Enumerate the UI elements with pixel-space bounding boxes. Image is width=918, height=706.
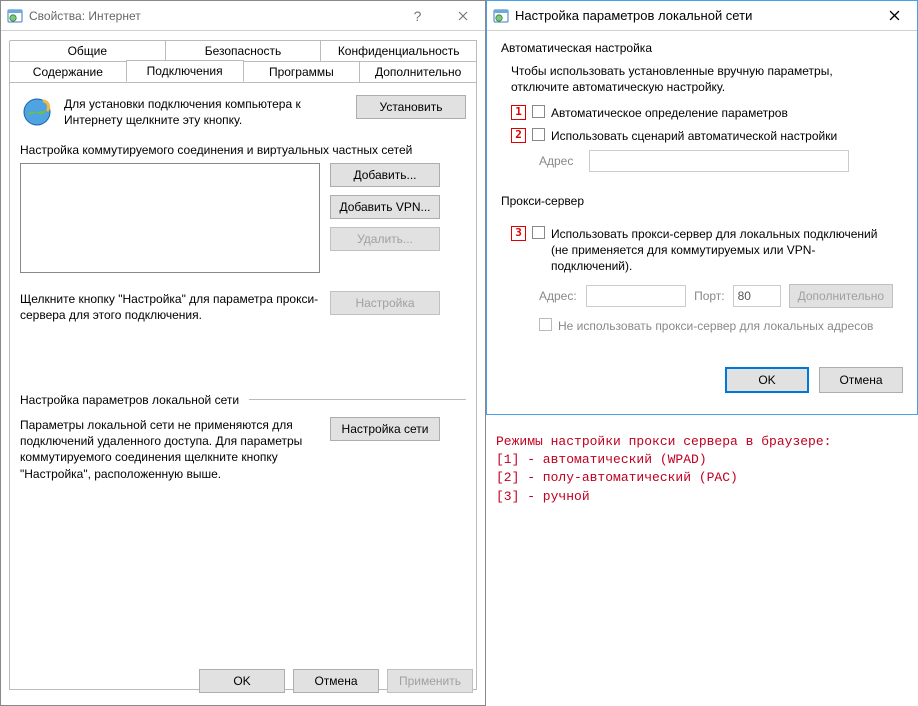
add-button[interactable]: Добавить... — [330, 163, 440, 187]
install-button[interactable]: Установить — [356, 95, 466, 119]
proxy-legend: Прокси-сервер — [501, 194, 590, 208]
auto-config-text: Чтобы использовать установленные вручную… — [511, 63, 893, 95]
proxy-port-input — [733, 285, 781, 307]
close-button[interactable] — [440, 1, 485, 31]
titlebar-left: Свойства: Интернет ? — [1, 1, 485, 31]
window-title: Свойства: Интернет — [29, 9, 395, 23]
titlebar-right: Настройка параметров локальной сети — [487, 1, 917, 31]
internet-properties-window: Свойства: Интернет ? Общие Безопасность … — [0, 0, 486, 706]
tab-connections[interactable]: Подключения — [126, 60, 244, 82]
proxy-port-label: Порт: — [694, 289, 725, 303]
internet-options-icon — [7, 8, 23, 24]
proxy-address-input — [586, 285, 686, 307]
use-proxy-label: Использовать прокси-сервер для локальных… — [551, 226, 893, 275]
proxy-group: Прокси-сервер 3 Использовать прокси-серв… — [501, 202, 903, 353]
auto-detect-label: Автоматическое определение параметров — [551, 105, 788, 121]
auto-script-checkbox[interactable] — [532, 128, 545, 141]
tab-security[interactable]: Безопасность — [165, 40, 322, 62]
internet-options-icon — [493, 8, 509, 24]
tabs: Общие Безопасность Конфиденциальность Со… — [1, 31, 485, 690]
badge-3: 3 — [511, 226, 526, 241]
auto-config-legend: Автоматическая настройка — [501, 41, 658, 55]
settings-button: Настройка — [330, 291, 440, 315]
auto-config-group: Автоматическая настройка Чтобы использов… — [501, 49, 903, 184]
badge-2: 2 — [511, 128, 526, 143]
tab-general[interactable]: Общие — [9, 40, 166, 62]
tab-programs[interactable]: Программы — [243, 61, 361, 83]
lan-group-label: Настройка параметров локальной сети — [20, 393, 239, 407]
script-address-input — [589, 150, 849, 172]
auto-script-label: Использовать сценарий автоматической нас… — [551, 128, 837, 144]
advanced-button: Дополнительно — [789, 284, 893, 308]
use-proxy-checkbox[interactable] — [532, 226, 545, 239]
annotation-notes: Режимы настройки прокси сервера в браузе… — [486, 415, 918, 506]
tab-content[interactable]: Содержание — [9, 61, 127, 83]
add-vpn-button[interactable]: Добавить VPN... — [330, 195, 440, 219]
globe-icon — [20, 95, 54, 129]
delete-button: Удалить... — [330, 227, 440, 251]
lan-settings-button[interactable]: Настройка сети — [330, 417, 440, 441]
connections-listbox[interactable] — [20, 163, 320, 273]
help-button[interactable]: ? — [395, 1, 440, 31]
badge-1: 1 — [511, 105, 526, 120]
auto-detect-checkbox[interactable] — [532, 105, 545, 118]
ok-button[interactable]: OK — [725, 367, 809, 393]
tab-advanced[interactable]: Дополнительно — [359, 61, 477, 83]
dialog-buttons-left: OK Отмена Применить — [1, 657, 485, 705]
script-address-label: Адрес — [539, 154, 581, 168]
bypass-local-label: Не использовать прокси-сервер для локаль… — [558, 318, 873, 334]
cancel-button[interactable]: Отмена — [293, 669, 379, 693]
bypass-local-checkbox — [539, 318, 552, 331]
lan-text: Параметры локальной сети не применяются … — [20, 417, 320, 482]
cancel-button[interactable]: Отмена — [819, 367, 903, 393]
settings-hint: Щелкните кнопку "Настройка" для параметр… — [20, 291, 320, 323]
group-divider — [249, 399, 466, 400]
window-title: Настройка параметров локальной сети — [515, 8, 872, 23]
apply-button: Применить — [387, 669, 473, 693]
dialog-buttons-right: OK Отмена — [487, 359, 917, 405]
proxy-address-label: Адрес: — [539, 289, 578, 303]
dialup-label: Настройка коммутируемого соединения и ви… — [20, 143, 466, 159]
lan-settings-window: Настройка параметров локальной сети Авто… — [486, 0, 918, 415]
ok-button[interactable]: OK — [199, 669, 285, 693]
tab-privacy[interactable]: Конфиденциальность — [320, 40, 477, 62]
close-button[interactable] — [872, 1, 917, 31]
install-text: Для установки подключения компьютера к И… — [64, 95, 346, 128]
connections-panel: Для установки подключения компьютера к И… — [9, 82, 477, 690]
